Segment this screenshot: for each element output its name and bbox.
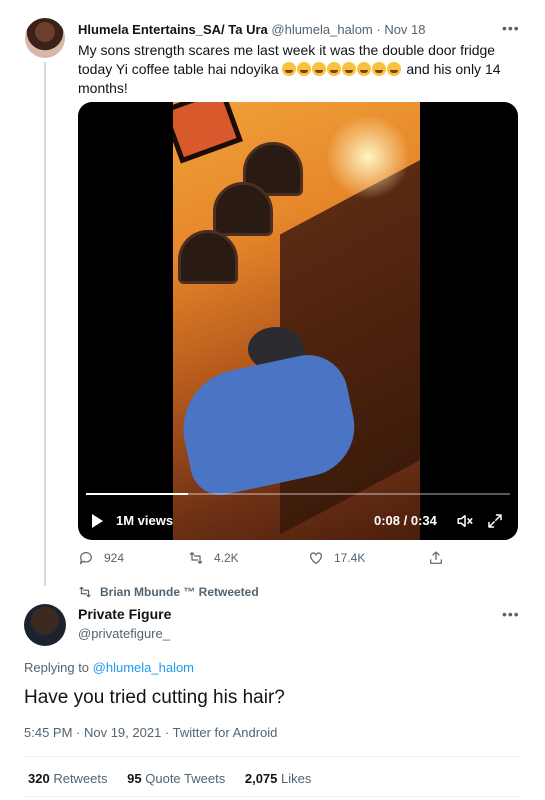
video-time: 0:08 / 0:34	[374, 513, 437, 528]
face-with-tears-of-joy-emoji	[387, 62, 402, 76]
tweet-header: Hlumela Entertains_SA/ Ta Ura @hlumela_h…	[78, 22, 426, 37]
share-icon	[430, 551, 442, 564]
tweet-text: My sons strength scares me last week it …	[78, 41, 528, 98]
retweeted-label: Brian Mbunde ™ Retweeted	[100, 585, 259, 599]
retweets-stat[interactable]: 320 Retweets	[28, 771, 108, 786]
retweeted-by[interactable]: Brian Mbunde ™ Retweeted	[78, 585, 259, 599]
author-handle[interactable]: @hlumela_halom	[271, 22, 372, 37]
avatar[interactable]	[25, 18, 65, 58]
retweet-count: 4.2K	[214, 551, 239, 565]
reply-count: 924	[104, 551, 125, 565]
tweet-text: Have you tried cutting his hair?	[24, 687, 285, 708]
tweet-stats: 320 Retweets 95 Quote Tweets 2,075 Likes	[28, 771, 327, 786]
video-frame	[173, 102, 420, 540]
emoji-row	[282, 61, 402, 77]
face-with-tears-of-joy-emoji	[357, 62, 372, 76]
dot-separator: ·	[372, 22, 385, 37]
likes-count: 2,075	[244, 771, 278, 786]
like-action[interactable]: 17.4K	[308, 550, 365, 566]
more-horizontal-icon[interactable]: •••	[502, 20, 520, 36]
divider	[24, 756, 521, 757]
likes-stat[interactable]: 2,075 Likes	[245, 771, 312, 786]
author-handle[interactable]: @privatefigure_	[78, 626, 170, 641]
reply-action[interactable]: 924	[78, 550, 124, 566]
video-player[interactable]: 1M views 0:08 / 0:34	[78, 102, 518, 540]
likes-label: Likes	[281, 771, 312, 786]
retweet-icon	[79, 586, 91, 598]
tweet-date[interactable]: Nov 18	[384, 22, 425, 37]
tweet-actions: 924 4.2K 17.4K	[78, 550, 458, 572]
author-name[interactable]: Private Figure	[78, 606, 171, 622]
divider	[24, 796, 521, 797]
heart-icon	[310, 552, 322, 565]
reply-icon	[79, 552, 92, 565]
quoted-tweet[interactable]: Hlumela Entertains_SA/ Ta Ura @hlumela_h…	[0, 0, 545, 586]
quotes-count: 95	[127, 771, 142, 786]
volume-icon[interactable]	[456, 512, 474, 530]
face-with-tears-of-joy-emoji	[312, 62, 327, 76]
replying-label: Replying to	[24, 660, 93, 675]
face-with-tears-of-joy-emoji	[342, 62, 357, 76]
face-with-tears-of-joy-emoji	[297, 62, 312, 76]
like-count: 17.4K	[334, 551, 366, 565]
expand-icon[interactable]	[486, 512, 504, 530]
quotes-label: Quote Tweets	[145, 771, 226, 786]
share-action[interactable]	[428, 550, 444, 566]
play-icon[interactable]	[92, 514, 103, 528]
face-with-tears-of-joy-emoji	[282, 62, 297, 76]
replying-to: Replying to @hlumela_halom	[24, 660, 194, 675]
replying-handle-link[interactable]: @hlumela_halom	[93, 660, 194, 675]
quote-tweets-stat[interactable]: 95 Quote Tweets	[127, 771, 225, 786]
author-name[interactable]: Hlumela Entertains_SA/ Ta Ura	[78, 22, 268, 37]
view-count: 1M views	[116, 513, 174, 528]
progress-fill	[86, 493, 188, 495]
retweets-label: Retweets	[53, 771, 108, 786]
retweet-action[interactable]: 4.2K	[188, 550, 239, 566]
retweets-count: 320	[28, 771, 50, 786]
retweet-icon	[189, 552, 203, 564]
face-with-tears-of-joy-emoji	[327, 62, 342, 76]
thread-line	[44, 62, 46, 586]
avatar[interactable]	[24, 604, 66, 646]
face-with-tears-of-joy-emoji	[372, 62, 387, 76]
more-horizontal-icon[interactable]: •••	[502, 606, 520, 622]
tweet-timestamp[interactable]: 5:45 PM · Nov 19, 2021 · Twitter for And…	[24, 725, 277, 740]
